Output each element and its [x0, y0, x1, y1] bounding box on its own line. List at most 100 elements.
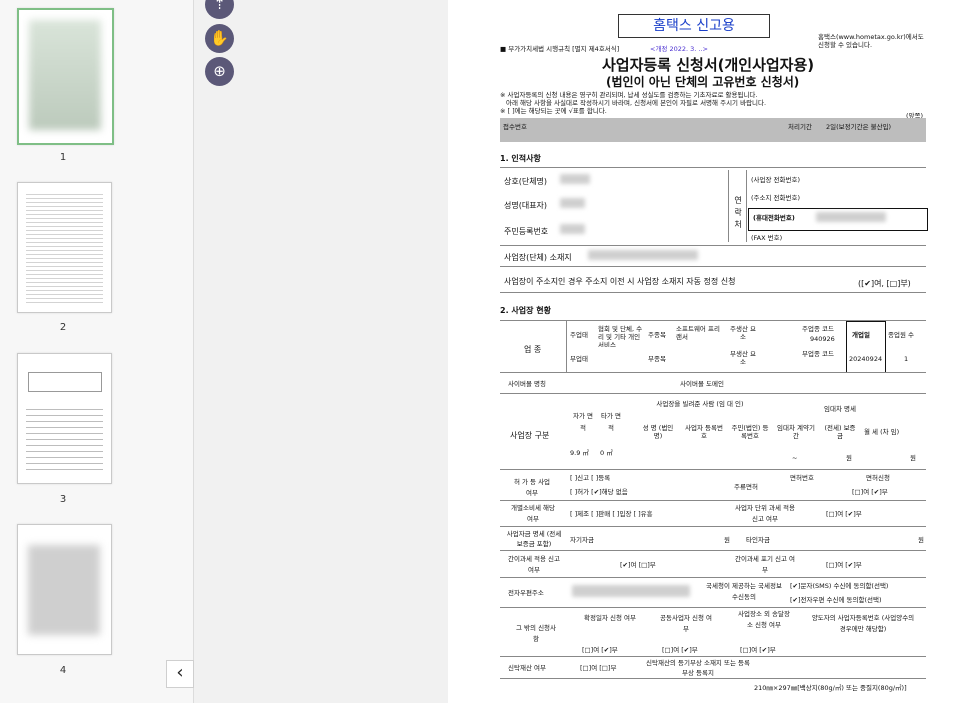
- deposit-won: 원: [846, 454, 852, 462]
- main-item-label: 주종목: [648, 331, 666, 339]
- site-type-label: 사업장 구분: [510, 431, 550, 440]
- stamp-box: 홈택스 신고용: [618, 14, 770, 38]
- document-page: 홈택스 신고용 홈택스(www.hometax.go.kr)에서도 신청할 수 …: [448, 0, 966, 703]
- thumbnail-page-2[interactable]: [17, 182, 112, 313]
- liquor-option[interactable]: [□]여 [✔]부: [852, 488, 888, 496]
- prod-elem-label: 주생산 요소: [730, 325, 756, 341]
- nts-info-label: 국세청이 제공하는 국세정보 수신동의: [706, 582, 782, 601]
- home-phone-label: (주소지 전화번호): [751, 194, 800, 202]
- own-area-label: 자가 면적: [572, 412, 593, 432]
- note-text: 아래 해당 사항을 사실대로 작성하시기 바라며, 신청서에 본인이 자필로 서…: [506, 99, 767, 107]
- receipt-label: 접수번호: [503, 123, 527, 131]
- excise-label: 개별소비세 해당 여부: [511, 504, 555, 523]
- collapse-sidebar-button[interactable]: ‹: [166, 660, 194, 688]
- own-area-value: 9.9 ㎡: [570, 449, 589, 457]
- biz-address-label: 사업장(단체) 소재지: [504, 253, 572, 262]
- note-text: ※ [ ]에는 해당되는 곳에 √표를 합니다.: [500, 107, 607, 115]
- joint-option[interactable]: [□]여 [✔]부: [662, 646, 698, 654]
- main-code-value: 940926: [810, 335, 835, 343]
- confirm-label: 확정일자 신청 여부: [584, 614, 636, 622]
- liquor-no-label: 면허번호: [790, 474, 814, 482]
- fund-label: 사업자금 명세 (전세보증금 포함): [506, 530, 562, 548]
- main-code-label: 주업종 코드: [802, 325, 834, 333]
- email-consent[interactable]: [✔]전자우편 수신에 동의함(선택): [790, 596, 881, 604]
- transfer-label: 양도자의 사업자등록번호 (사업양수의 경우에만 해당함): [811, 614, 915, 633]
- paper-spec: 210㎜×297㎜[백상지(80g/㎡) 또는 중질지(80g/㎡)]: [754, 684, 907, 692]
- excise-option[interactable]: [ ]제조 [ ]판매 [ ]입장 [ ]유흥: [570, 510, 653, 518]
- main-type-label: 주업태: [570, 331, 588, 339]
- other-fund-won: 원: [918, 536, 924, 544]
- thumbnail-sidebar: 1 2 3 4: [0, 0, 194, 703]
- biz-phone-label: (사업장 전화번호): [751, 176, 800, 184]
- own-fund-label: 자기자금: [570, 536, 594, 544]
- thumbnail-page-1[interactable]: [17, 8, 114, 145]
- lessor-name-label: 성 명 (법인명): [642, 424, 674, 440]
- simple-tax-option[interactable]: [✔]여 [□]부: [620, 561, 656, 569]
- monthly-label: 월 세 (차 임): [864, 428, 900, 436]
- unit-tax-option[interactable]: [□]여 [✔]부: [826, 510, 862, 518]
- page-title: 사업자등록 신청서(개인사업자용): [602, 56, 815, 74]
- processing-value: 2일(보정기간은 불산입): [826, 123, 892, 131]
- address-change-label: 사업장이 주소지인 경우 주소지 이전 시 사업장 소재지 자동 정정 신청: [504, 277, 736, 286]
- mobile-label: (휴대전화번호): [753, 214, 795, 222]
- lease-period-value: ~: [792, 454, 798, 462]
- joint-label: 공동사업자 신청 여부: [660, 614, 712, 633]
- other-area-label: 타가 면적: [600, 412, 621, 432]
- permit-label: 허 가 등 사업 여부: [513, 478, 551, 497]
- thumbnail-label: 1: [59, 152, 67, 163]
- trust-option[interactable]: [□]여 [□]부: [580, 664, 616, 672]
- trade-name-label: 상호(단체명): [504, 177, 548, 186]
- deposit-label: (전세) 보증금: [824, 424, 856, 440]
- fax-label: (FAX 번호): [751, 234, 783, 242]
- revision-text: <개정 2022. 3. ..>: [650, 45, 708, 53]
- delivery-option[interactable]: [□]여 [✔]부: [740, 646, 776, 654]
- employees-value: 1: [904, 355, 909, 363]
- liquor-label: 주류면허: [734, 483, 758, 491]
- cyber-domain-label: 사이버몰 도메인: [680, 380, 724, 388]
- address-change-option[interactable]: ([✔]여, [□]부): [858, 278, 911, 289]
- section-2-title: 2. 사업장 현황: [500, 306, 551, 315]
- open-date-label: 개업일: [852, 331, 870, 339]
- contact-label: 연락처: [734, 196, 742, 229]
- thumbnail-page-4[interactable]: [17, 524, 112, 655]
- etc-label: 그 밖의 신청사항: [516, 624, 557, 643]
- lessor-biz-label: 사업자 등록번호: [685, 424, 723, 440]
- note-text: ※ 사업자등록의 신청 내용은 영구히 관리되며, 납세 성실도를 검증하는 기…: [500, 91, 758, 99]
- page-subtitle: (법인이 아닌 단체의 고유번호 신청서): [606, 75, 800, 89]
- simple-quit-option[interactable]: [□]여 [✔]부: [826, 561, 862, 569]
- own-fund-won: 원: [724, 536, 730, 544]
- zoom-tool-icon[interactable]: ⊕: [205, 57, 234, 86]
- simple-tax-label: 간이과세 적용 신고 여부: [508, 555, 560, 574]
- thumbnail-label: 3: [59, 494, 67, 505]
- rrn-label: 주민등록번호: [504, 227, 549, 236]
- hand-tool-icon[interactable]: ✋: [205, 24, 234, 53]
- confirm-option[interactable]: [□]여 [✔]부: [582, 646, 618, 654]
- sub-item-label: 부종목: [648, 355, 666, 363]
- other-area-value: 0 ㎡: [600, 449, 613, 457]
- sub-type-label: 부업태: [570, 355, 588, 363]
- liquor-req-label: 면허신청: [866, 474, 890, 482]
- lessor-label: 사업장을 빌려준 사람 (임 대 인): [656, 400, 744, 408]
- thumbnail-page-3[interactable]: [17, 353, 112, 484]
- simple-quit-label: 간이과세 포기 신고 여부: [734, 555, 796, 574]
- sub-prod-label: 부생산 요소: [730, 350, 756, 366]
- hometax-note: 신청할 수 있습니다.: [818, 41, 873, 49]
- main-item-value: 소프트웨어 프리랜서: [676, 325, 720, 341]
- unit-tax-label: 사업자 단위 과세 적용 신고 여부: [734, 504, 796, 523]
- permit-option[interactable]: [ ]신고 [ ]등록: [570, 474, 610, 482]
- email-label: 전자우편주소: [508, 589, 544, 597]
- delivery-label: 사업장소 외 송달장소 신청 여부: [738, 610, 790, 629]
- sms-consent[interactable]: [✔]문자(SMS) 수신에 동의함(선택): [790, 582, 888, 590]
- monthly-won: 원: [910, 454, 916, 462]
- hometax-note: 홈택스(www.hometax.go.kr)에서도: [818, 33, 924, 41]
- main-type-value: 협회 및 단체, 수리 및 기타 개인서비스: [598, 325, 643, 347]
- other-fund-label: 타인자금: [746, 536, 770, 544]
- employees-label: 종업원 수: [888, 331, 914, 339]
- lessor-rrn-label: 주민(법인) 등록번호: [731, 424, 769, 440]
- processing-label: 처리기간: [788, 123, 812, 131]
- trust-reg-label: 신탁재산의 등기부상 소재지 또는 등록부상 등록지: [646, 659, 750, 677]
- thumbnail-label: 2: [59, 322, 67, 333]
- cyber-name-label: 사이버몰 명칭: [508, 380, 546, 388]
- permit-option[interactable]: [ ]허가 [✔]해당 없음: [570, 488, 628, 496]
- trust-label: 신탁재산 여부: [508, 664, 546, 672]
